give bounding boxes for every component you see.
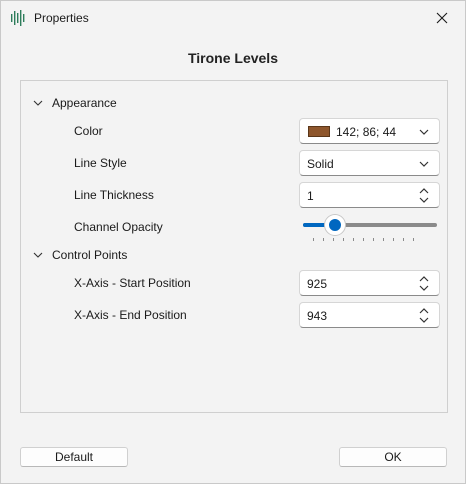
dialog-heading: Tirone Levels	[187, 50, 278, 66]
chevron-down-icon	[419, 129, 429, 135]
chevron-down-icon[interactable]	[419, 317, 429, 324]
chevron-down-icon[interactable]	[419, 197, 429, 204]
chevron-up-icon[interactable]	[419, 307, 429, 314]
slider-tick	[343, 238, 344, 241]
line-thickness-stepper[interactable]: 1	[299, 182, 440, 208]
chevron-up-icon[interactable]	[419, 187, 429, 194]
end-position-label: X-Axis - End Position	[74, 308, 187, 322]
line-style-dropdown[interactable]: Solid	[299, 150, 440, 176]
section-appearance[interactable]: Appearance	[21, 94, 221, 112]
slider-tick	[403, 238, 404, 241]
ok-button[interactable]: OK	[339, 447, 447, 467]
section-control-points[interactable]: Control Points	[21, 246, 221, 264]
property-grid: Appearance Color 142; 86; 44 Line Style …	[20, 80, 448, 413]
waveform-icon	[11, 10, 25, 26]
color-label: Color	[74, 124, 103, 138]
slider-tick	[333, 238, 334, 241]
line-style-value: Solid	[307, 157, 334, 171]
slider-tick	[363, 238, 364, 241]
slider-tick	[373, 238, 374, 241]
slider-tick	[413, 238, 414, 241]
chevron-down-icon	[33, 252, 43, 258]
section-label: Appearance	[52, 96, 117, 110]
properties-dialog: Properties Tirone Levels Appearance Colo…	[0, 0, 466, 484]
start-position-label: X-Axis - Start Position	[74, 276, 191, 290]
slider-tick	[383, 238, 384, 241]
section-label: Control Points	[52, 248, 128, 262]
chevron-up-icon[interactable]	[419, 275, 429, 282]
close-icon	[436, 12, 448, 24]
start-position-value: 925	[307, 277, 328, 291]
slider-tick	[353, 238, 354, 241]
chevron-down-icon	[33, 100, 43, 106]
channel-opacity-slider[interactable]	[303, 214, 439, 244]
slider-tick	[323, 238, 324, 241]
window-title: Properties	[34, 11, 89, 25]
slider-tick	[393, 238, 394, 241]
slider-tick	[313, 238, 314, 241]
slider-thumb[interactable]	[325, 215, 345, 235]
color-value: 142; 86; 44	[336, 125, 397, 139]
color-dropdown[interactable]: 142; 86; 44	[299, 118, 440, 144]
line-thickness-label: Line Thickness	[74, 188, 154, 202]
end-position-stepper[interactable]: 943	[299, 302, 440, 328]
close-button[interactable]	[419, 1, 465, 35]
line-style-label: Line Style	[74, 156, 127, 170]
chevron-down-icon	[419, 161, 429, 167]
title-bar: Properties	[1, 1, 465, 35]
color-swatch	[308, 126, 330, 137]
line-thickness-value: 1	[307, 189, 314, 203]
start-position-stepper[interactable]: 925	[299, 270, 440, 296]
default-button[interactable]: Default	[20, 447, 128, 467]
channel-opacity-label: Channel Opacity	[74, 220, 163, 234]
chevron-down-icon[interactable]	[419, 285, 429, 292]
end-position-value: 943	[307, 309, 328, 323]
